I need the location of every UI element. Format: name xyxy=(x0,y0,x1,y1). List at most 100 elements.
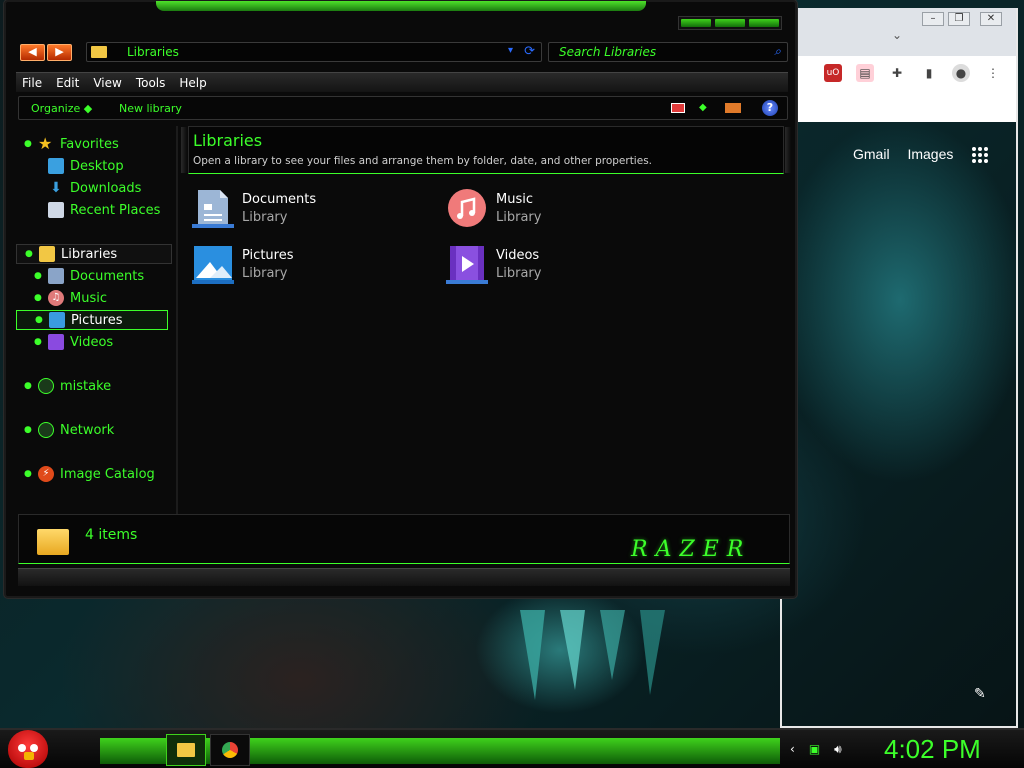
expand-dot-icon[interactable]: ● xyxy=(25,249,33,259)
nav-label: Downloads xyxy=(70,180,142,196)
nav-image-catalog[interactable]: ● ⚡ Image Catalog xyxy=(16,464,170,484)
music-note-icon: ♫ xyxy=(48,290,64,306)
chevron-down-icon[interactable]: ▾ xyxy=(508,45,513,56)
start-button-angry-bird-icon[interactable] xyxy=(8,730,48,768)
restore-icon[interactable]: ❐ xyxy=(948,12,970,26)
expand-dot-icon[interactable]: ● xyxy=(35,315,43,325)
chrome-titlebar[interactable]: – ❐ ✕ ⌄ xyxy=(782,8,1016,56)
view-dropdown-icon[interactable]: ◆ xyxy=(699,102,707,113)
side-panel-icon[interactable]: ▮ xyxy=(920,64,938,82)
address-bar[interactable]: Libraries ▾ ⟳ xyxy=(86,42,542,62)
close-button[interactable] xyxy=(749,19,779,27)
nav-music[interactable]: ● ♫ Music xyxy=(16,288,170,308)
volume-icon[interactable]: 🔊︎ xyxy=(834,742,842,757)
tray-chevron-icon[interactable]: ‹ xyxy=(790,742,795,757)
puzzle-icon[interactable]: ✚ xyxy=(888,64,906,82)
navigation-pane: ● ★ Favorites ● Desktop ● ⬇ Downloads ● … xyxy=(16,126,174,512)
organize-button[interactable]: Organize ◆ xyxy=(31,102,92,115)
computer-orb-icon xyxy=(38,378,54,394)
window-controls[interactable] xyxy=(678,16,782,30)
nav-libraries[interactable]: ● Libraries xyxy=(16,244,172,264)
library-music[interactable]: Music Library xyxy=(446,188,666,236)
search-box[interactable]: ⌕ xyxy=(548,42,788,62)
nav-documents[interactable]: ● Documents xyxy=(16,266,170,286)
expand-dot-icon[interactable]: ● xyxy=(34,337,42,347)
ublock-icon[interactable]: uO xyxy=(824,64,842,82)
maximize-button[interactable] xyxy=(715,19,745,27)
chrome-window[interactable]: – ❐ ✕ ⌄ uO ▤ ✚ ▮ ● ⋮ xyxy=(780,8,1018,728)
nav-mistake[interactable]: ● mistake xyxy=(16,376,170,396)
folder-icon xyxy=(37,529,69,555)
expand-dot-icon[interactable]: ● xyxy=(24,381,32,391)
wallpaper-fangs xyxy=(520,610,665,700)
menu-tools[interactable]: Tools xyxy=(136,76,166,90)
menu-file[interactable]: File xyxy=(22,76,42,90)
view-options-icon[interactable] xyxy=(671,103,685,113)
organize-label: Organize xyxy=(31,102,81,115)
taskbar-chrome-button[interactable] xyxy=(210,734,250,766)
nav-label: mistake xyxy=(60,378,112,394)
nav-label: Music xyxy=(70,290,107,306)
library-kind: Library xyxy=(496,210,542,225)
nav-pictures[interactable]: ● Pictures xyxy=(16,310,168,330)
desktop-icon xyxy=(48,158,64,174)
nav-network[interactable]: ● Network xyxy=(16,420,170,440)
search-input[interactable] xyxy=(559,45,759,59)
videos-icon xyxy=(48,334,64,350)
pictures-icon xyxy=(49,312,65,328)
address-text: Libraries xyxy=(127,45,179,59)
menu-view[interactable]: View xyxy=(93,76,121,90)
new-library-button[interactable]: New library xyxy=(119,102,182,115)
minimize-button[interactable] xyxy=(681,19,711,27)
menu-edit[interactable]: Edit xyxy=(56,76,79,90)
command-bar: Organize ◆ New library ◆ ? xyxy=(18,96,788,120)
explorer-window[interactable]: ◀ ▶ Libraries ▾ ⟳ ⌕ File Edit View Tools… xyxy=(4,0,797,598)
search-icon[interactable]: ⌕ xyxy=(774,44,781,59)
pane-divider[interactable] xyxy=(176,126,178,514)
nav-favorites[interactable]: ● ★ Favorites xyxy=(16,134,170,154)
library-documents[interactable]: Documents Library xyxy=(192,188,412,236)
nav-label: Favorites xyxy=(60,136,119,152)
preview-pane-icon[interactable] xyxy=(725,103,741,113)
expand-dot-icon[interactable]: ● xyxy=(34,271,42,281)
taskbar-clock[interactable]: 4:02 PM xyxy=(884,734,981,765)
nav-buttons: ◀ ▶ xyxy=(20,44,72,61)
library-name: Videos xyxy=(496,248,540,263)
menu-help[interactable]: Help xyxy=(179,76,206,90)
library-kind: Library xyxy=(496,266,542,281)
expand-dot-icon[interactable]: ● xyxy=(24,469,32,479)
nav-downloads[interactable]: ● ⬇ Downloads xyxy=(16,178,170,198)
chevron-down-icon[interactable]: ⌄ xyxy=(892,28,902,42)
images-link[interactable]: Images xyxy=(907,146,953,162)
nav-label: Desktop xyxy=(70,158,124,174)
expand-dot-icon[interactable]: ● xyxy=(24,139,32,149)
profile-icon[interactable]: ● xyxy=(952,64,970,82)
forward-button[interactable]: ▶ xyxy=(47,44,72,61)
minimize-icon[interactable]: – xyxy=(922,12,944,26)
refresh-icon[interactable]: ⟳ xyxy=(524,44,535,59)
menu-kebab-icon[interactable]: ⋮ xyxy=(984,64,1002,82)
system-tray: ‹ ▣ 🔊︎ xyxy=(790,742,842,757)
network-status-icon[interactable]: ▣ xyxy=(809,742,820,757)
nav-label: Image Catalog xyxy=(60,466,155,482)
extension-flag-icon[interactable]: ▤ xyxy=(856,64,874,82)
expand-dot-icon[interactable]: ● xyxy=(34,293,42,303)
pencil-icon[interactable]: ✎ xyxy=(974,686,986,702)
apps-grid-icon[interactable] xyxy=(972,147,988,163)
nav-desktop[interactable]: ● Desktop xyxy=(16,156,170,176)
library-videos[interactable]: Videos Library xyxy=(446,244,666,292)
library-pictures[interactable]: Pictures Library xyxy=(192,244,412,292)
nav-videos[interactable]: ● Videos xyxy=(16,332,170,352)
folder-icon xyxy=(91,46,107,58)
taskbar-explorer-button[interactable] xyxy=(166,734,206,766)
razer-logo: RAZER xyxy=(631,537,752,562)
close-icon[interactable]: ✕ xyxy=(980,12,1002,26)
documents-icon xyxy=(192,190,234,228)
help-icon[interactable]: ? xyxy=(762,100,778,116)
bird-eye xyxy=(30,744,38,752)
nav-recent-places[interactable]: ● Recent Places xyxy=(16,200,170,220)
library-name: Documents xyxy=(242,192,317,207)
back-button[interactable]: ◀ xyxy=(20,44,45,61)
expand-dot-icon[interactable]: ● xyxy=(24,425,32,435)
gmail-link[interactable]: Gmail xyxy=(853,146,890,162)
